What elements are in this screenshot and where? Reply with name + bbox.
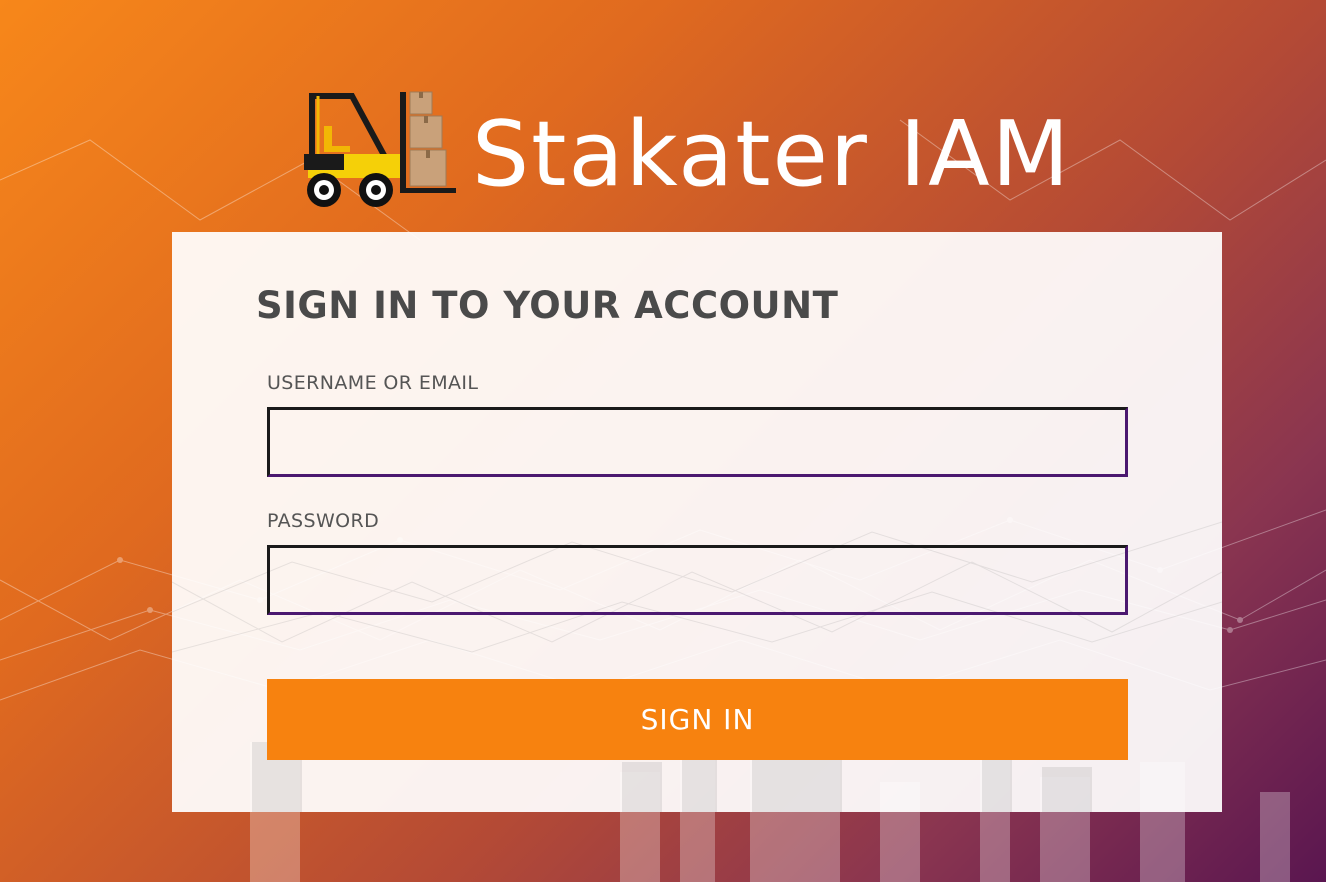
brand-title: Stakater IAM bbox=[472, 102, 1072, 207]
username-input[interactable] bbox=[267, 407, 1128, 477]
username-label: USERNAME OR EMAIL bbox=[267, 372, 479, 394]
brand-header: Stakater IAM bbox=[300, 88, 1100, 218]
sign-in-button[interactable]: SIGN IN bbox=[267, 679, 1128, 760]
password-label: PASSWORD bbox=[267, 510, 380, 532]
password-input[interactable] bbox=[267, 545, 1128, 615]
login-page: Stakater IAM SIGN IN TO YOUR ACCOUNT USE… bbox=[0, 0, 1326, 882]
forklift-icon bbox=[304, 91, 456, 207]
login-card: SIGN IN TO YOUR ACCOUNT USERNAME OR EMAI… bbox=[172, 232, 1222, 812]
page-title: SIGN IN TO YOUR ACCOUNT bbox=[256, 284, 839, 327]
